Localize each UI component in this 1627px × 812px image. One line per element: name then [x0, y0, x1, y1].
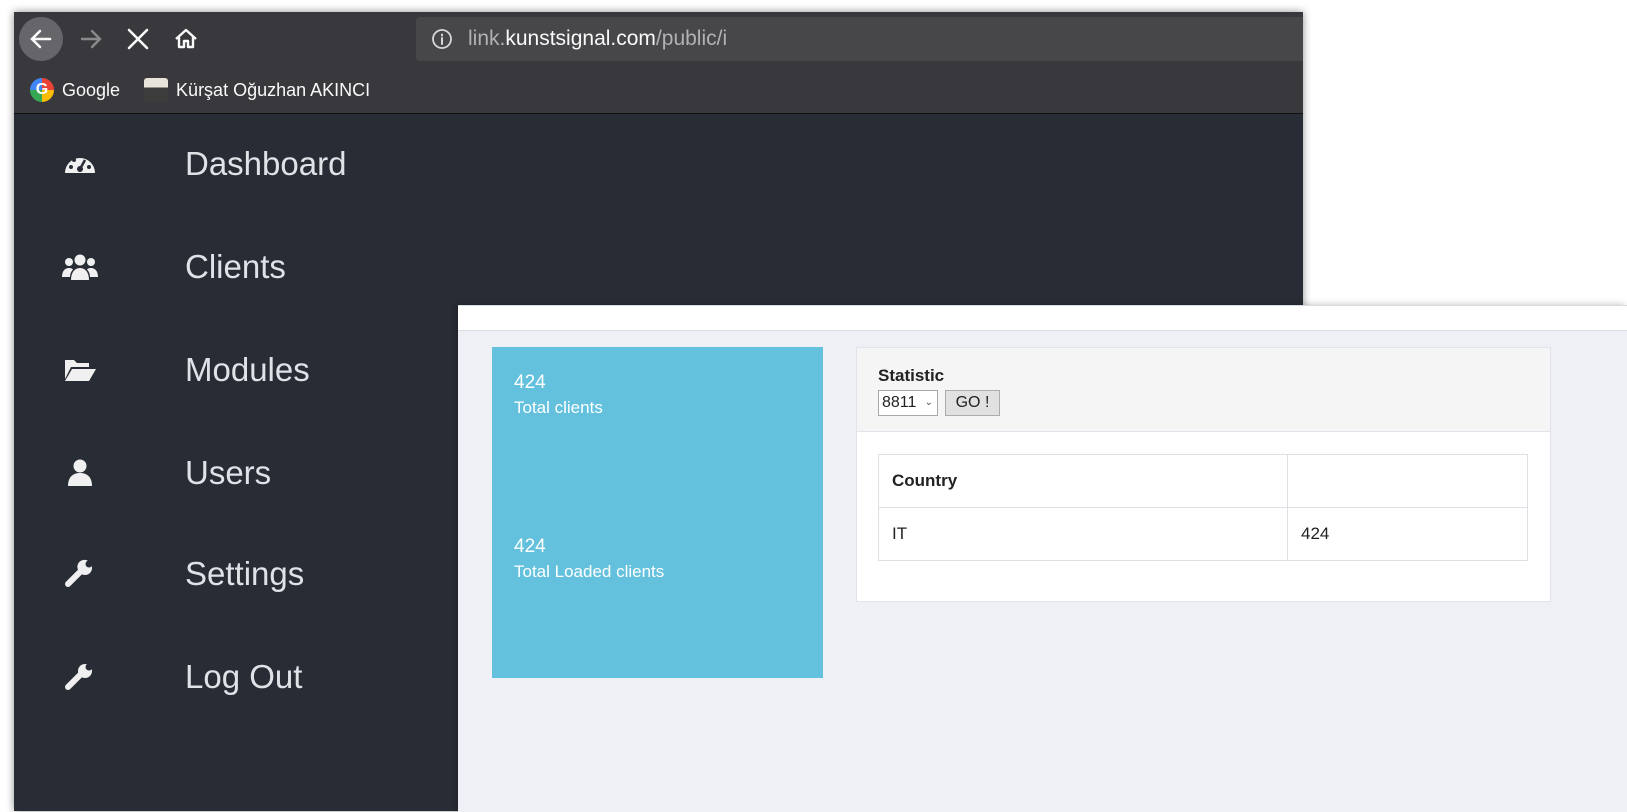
bookmark-label: Kürşat Oğuzhan AKINCI	[176, 79, 371, 100]
total-clients-value: 424	[514, 372, 546, 393]
cell-count: 424	[1287, 507, 1528, 561]
sidebar-item-label: Settings	[185, 555, 305, 592]
address-bar[interactable]: link.kunstsignal.com/public/i	[416, 17, 1303, 61]
sidebar-item-modules[interactable]: Modules	[14, 330, 454, 410]
total-loaded-value: 424	[514, 536, 546, 557]
sidebar-item-label: Clients	[185, 248, 286, 285]
sidebar-item-label: Modules	[185, 351, 310, 388]
arrow-left-icon	[30, 29, 52, 49]
total-clients-label: Total clients	[514, 398, 603, 417]
table-header-row: Country	[878, 454, 1528, 508]
statistic-card-header: Statistic 8811 ⌄ GO !	[857, 348, 1550, 432]
chevron-down-icon: ⌄	[924, 397, 933, 408]
url-text: link.kunstsignal.com/public/i	[468, 27, 727, 51]
sidebar-item-settings[interactable]: Settings	[14, 534, 454, 614]
table-row: IT 424	[878, 507, 1528, 561]
sidebar-item-label: Users	[185, 454, 272, 491]
close-icon	[127, 28, 149, 50]
select-value: 8811	[882, 394, 917, 411]
home-icon	[175, 28, 197, 49]
url-path: /public/i	[655, 27, 728, 50]
url-prefix: link.	[468, 27, 506, 50]
bookmark-label: Google	[62, 79, 121, 100]
statistic-select[interactable]: 8811 ⌄	[878, 390, 938, 416]
arrow-right-icon	[80, 29, 102, 49]
bookmark-google[interactable]: Google	[30, 78, 120, 102]
country-table: Country IT 424	[878, 454, 1528, 561]
users-icon	[62, 249, 98, 285]
google-icon	[30, 78, 54, 102]
wrench-icon	[62, 556, 98, 592]
sidebar-item-logout[interactable]: Log Out	[14, 637, 454, 717]
folder-open-icon	[62, 352, 98, 388]
column-header-count	[1287, 454, 1528, 508]
home-button[interactable]	[164, 17, 208, 61]
dashboard-panel: 424 Total clients 424 Total Loaded clien…	[458, 305, 1627, 812]
sidebar-item-label: Log Out	[185, 658, 303, 695]
sidebar-item-clients[interactable]: Clients	[14, 227, 454, 307]
column-header-country: Country	[878, 454, 1288, 508]
statistic-title: Statistic	[878, 366, 945, 385]
bookmarks-bar: Google Kürşat Oğuzhan AKINCI	[14, 67, 1303, 114]
forward-button[interactable]	[69, 17, 113, 61]
stats-tile: 424 Total clients 424 Total Loaded clien…	[492, 347, 823, 678]
go-button[interactable]: GO !	[945, 390, 1000, 416]
user-icon	[62, 455, 98, 491]
back-button[interactable]	[19, 17, 63, 61]
dashboard-icon	[62, 146, 98, 182]
total-loaded-label: Total Loaded clients	[514, 562, 665, 581]
bookmark-user[interactable]: Kürşat Oğuzhan AKINCI	[144, 78, 370, 102]
cell-country: IT	[878, 507, 1288, 561]
browser-toolbar: link.kunstsignal.com/public/i	[14, 12, 1303, 67]
sidebar-item-dashboard[interactable]: Dashboard	[14, 124, 454, 204]
sidebar-item-label: Dashboard	[185, 145, 347, 182]
statistic-card: Statistic 8811 ⌄ GO ! Country IT 424	[856, 347, 1551, 602]
info-icon[interactable]	[430, 27, 454, 51]
stop-button[interactable]	[116, 17, 160, 61]
wrench-icon	[62, 659, 98, 695]
panel-topbar	[458, 306, 1627, 331]
sidebar-item-users[interactable]: Users	[14, 433, 454, 513]
user-avatar-icon	[144, 78, 169, 102]
url-domain: kunstsignal.com	[505, 27, 656, 50]
